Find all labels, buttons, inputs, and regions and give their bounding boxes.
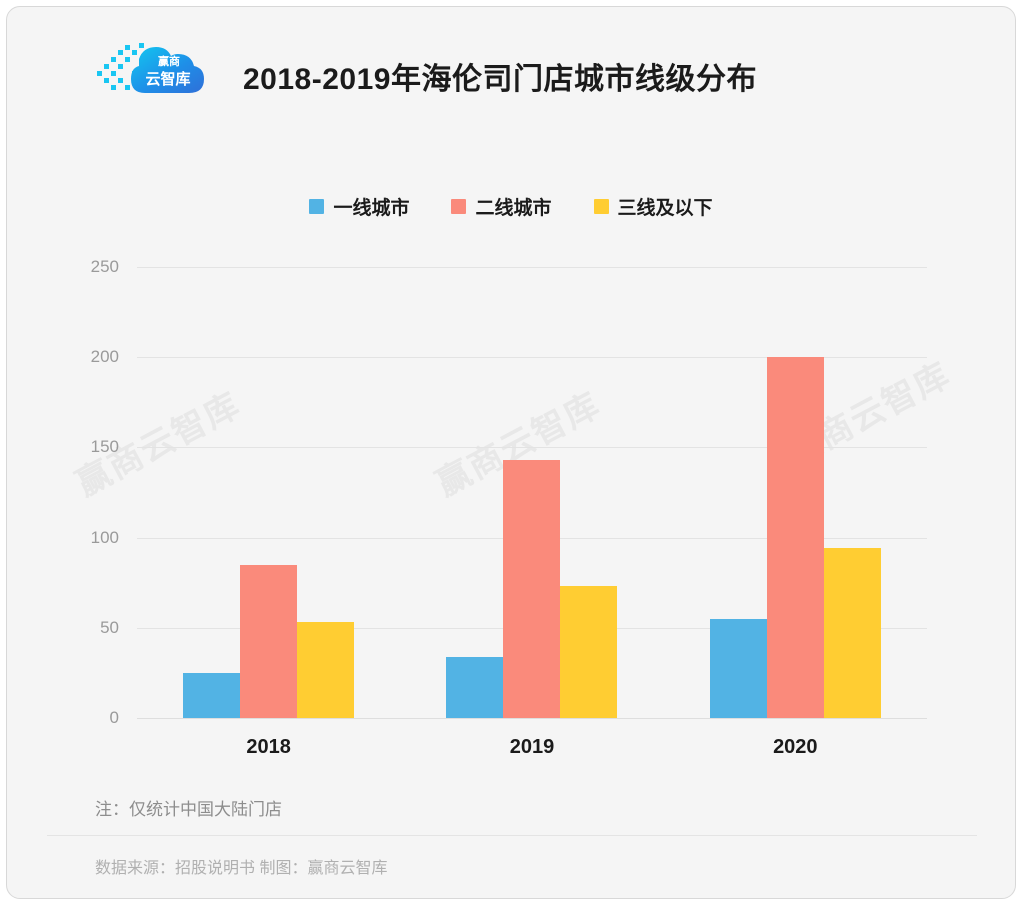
legend-item-tier2[interactable]: 二线城市 <box>451 193 552 220</box>
chart-note: 注：仅统计中国大陆门店 <box>95 800 282 819</box>
bar[interactable] <box>240 564 298 718</box>
y-axis-tick-label: 0 <box>109 708 119 727</box>
legend-swatch-icon <box>309 199 325 214</box>
legend-label: 二线城市 <box>475 198 552 219</box>
bar[interactable] <box>183 672 241 718</box>
svg-text:云智库: 云智库 <box>145 70 190 88</box>
bar[interactable] <box>709 618 767 718</box>
footer-divider <box>47 835 977 836</box>
plot-area: 0 50 100 150 200 250 2018 2019 2020 <box>7 7 1015 898</box>
x-axis-tick-label: 2020 <box>773 736 818 758</box>
y-axis-tick-label: 100 <box>90 527 119 547</box>
legend-item-tier3[interactable]: 三线及以下 <box>593 193 713 220</box>
page-title: 2018-2019年海伦司门店城市线级分布 <box>243 63 757 96</box>
gridline: 0 <box>110 708 927 727</box>
bar-chart-plot: 0 50 100 150 200 250 2018 2019 2020 <box>91 257 927 758</box>
bar[interactable] <box>503 460 561 718</box>
legend-swatch-icon <box>593 199 609 214</box>
bar-group: 2020 <box>664 267 927 758</box>
bar[interactable] <box>560 586 618 718</box>
bar[interactable] <box>446 656 504 718</box>
yingshang-cloud-logo-icon: 赢商 云智库 <box>95 41 211 103</box>
y-axis-tick-label: 50 <box>100 617 119 637</box>
legend-label: 一线城市 <box>333 198 410 219</box>
chart-source: 数据来源：招股说明书 制图：赢商云智库 <box>95 860 388 877</box>
x-axis-tick-label: 2019 <box>509 736 555 758</box>
bar[interactable] <box>823 548 881 718</box>
chart-header: 赢商 云智库 2018-2019年海伦司门店城市线级分布 <box>7 7 1015 127</box>
bar[interactable] <box>766 357 824 718</box>
svg-text:赢商: 赢商 <box>158 54 180 68</box>
y-axis-tick-label: 150 <box>90 437 119 457</box>
legend-swatch-icon <box>451 199 467 214</box>
chart-card: 赢商云智库 赢商云智库 赢商云智库 赢商 云智库 2018-2019年海伦司门店… <box>6 6 1016 899</box>
bar-group: 2019 <box>400 267 663 758</box>
y-axis-tick-label: 250 <box>90 257 119 276</box>
bar-group: 2018 <box>137 267 400 758</box>
y-axis-tick-label: 200 <box>90 347 119 367</box>
bar[interactable] <box>297 622 355 718</box>
bar-groups: 2018 2019 2020 <box>137 267 927 758</box>
legend-label: 三线及以下 <box>617 198 713 219</box>
x-axis-tick-label: 2018 <box>246 736 291 758</box>
legend-item-tier1[interactable]: 一线城市 <box>309 193 409 220</box>
chart-legend: 一线城市 二线城市 三线及以下 <box>7 193 1015 220</box>
